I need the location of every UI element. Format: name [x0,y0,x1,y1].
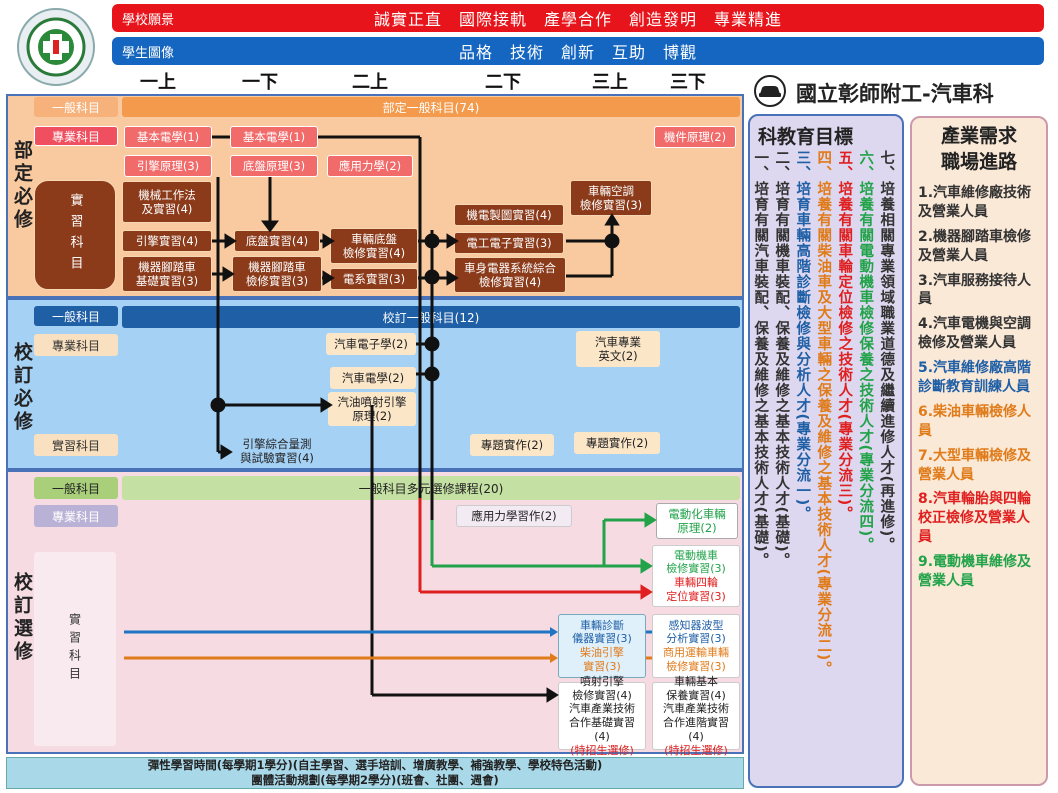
goal-item: 三、培育車輛高階診斷檢修與分析人才(專業分流一)。 [794,150,811,522]
career-item: 2.機器腳踏車檢修及營業人員 [918,228,1032,264]
career-item: 1.汽車維修廠技術及營業人員 [918,185,1032,220]
careers-list: 1.汽車維修廠技術及營業人員 2.機器腳踏車檢修及營業人員 3.汽車服務接待人員 4.… [918,184,1042,597]
goal-item: 四、培養有關柴油車及大型車輛之保養及維修之基本技術人才(專業分流二)。 [815,150,832,677]
career-item: 3.汽車服務接待人員 [918,272,1032,308]
goal-item: 七、培養相關專業領域職業道德及繼續進修人才(再進修)。 [878,150,895,553]
career-item: 5.汽車維修廠高階診斷教育訓練人員 [918,360,1032,396]
career-item: 8.汽車輪胎與四輪校正檢修及營業人員 [918,491,1032,546]
career-item: 4.汽車電機與空調檢修及營業人員 [918,316,1032,352]
goal-item: 一、培育有關汽車裝配、保養及維修之基本技術人才(基礎)。 [752,150,769,569]
career-item: 7.大型車輛檢修及營業人員 [918,447,1032,483]
goal-item: 五、培養有關車輪定位檢修之技術人才(專業分流三)。 [836,150,853,522]
careers-title: 產業需求 職場進路 [940,125,1017,173]
goals-title: 科教育目標 [758,126,854,148]
career-item: 9.電動機車維修及營業人員 [918,554,1032,590]
goal-item: 六、培養有關電動機車檢修保養之技術人才(專業分流四)。 [857,150,874,553]
goal-item: 二、培育有關機車裝配、保養及維修之基本技術人才(基礎)。 [773,150,790,569]
career-item: 6.柴油車輛檢修人員 [918,403,1032,439]
